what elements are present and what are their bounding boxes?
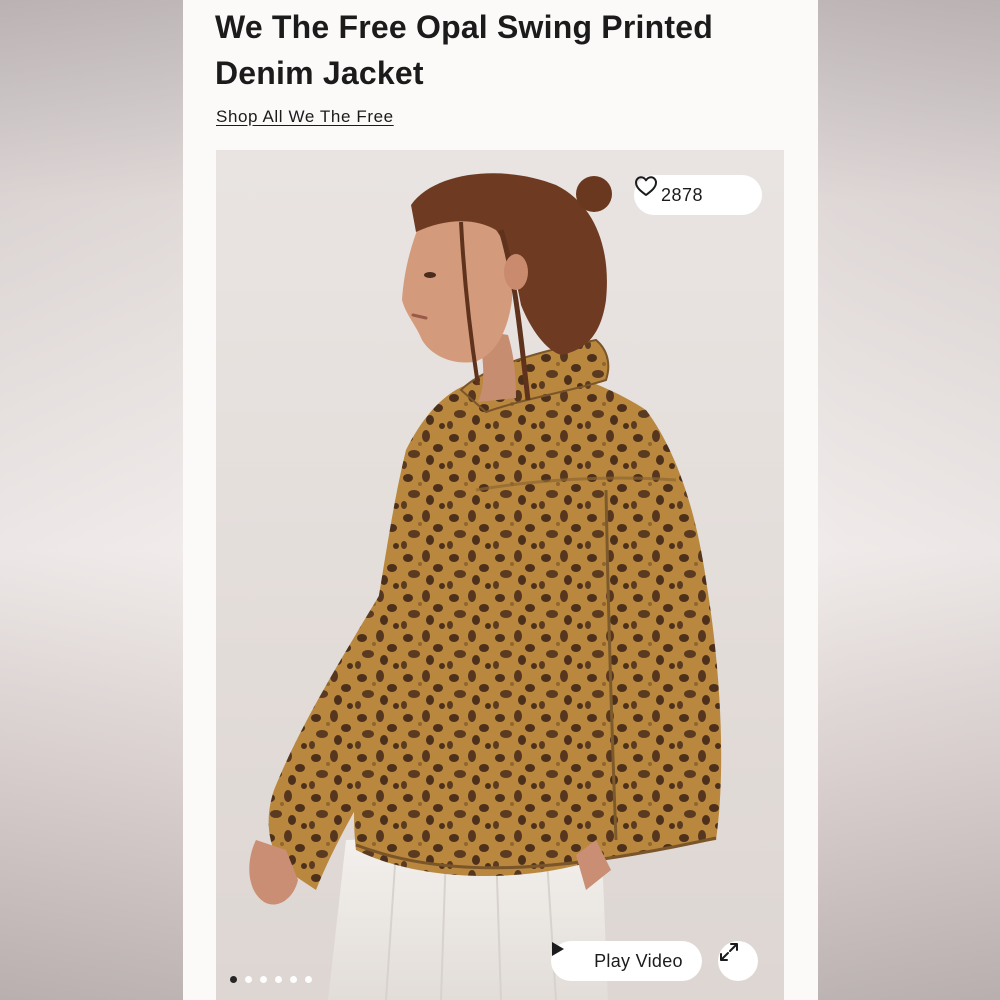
product-title: We The Free Opal Swing Printed Denim Jac… — [215, 9, 713, 91]
heart-icon — [635, 176, 735, 206]
fullscreen-button[interactable] — [718, 941, 758, 981]
expand-icon — [720, 943, 749, 972]
play-video-button[interactable]: Play Video — [551, 941, 702, 981]
play-video-label: Play Video — [594, 950, 683, 971]
shop-all-brand-link[interactable]: Shop All We The Free — [216, 107, 394, 127]
product-image[interactable]: 2878 Play Video — [216, 150, 784, 1000]
left-blur-backdrop — [0, 0, 183, 1000]
carousel-dot-5[interactable] — [290, 976, 297, 983]
carousel-dot-3[interactable] — [260, 976, 267, 983]
carousel-dot-6[interactable] — [305, 976, 312, 983]
carousel-dot-4[interactable] — [275, 976, 282, 983]
carousel-dots — [230, 976, 312, 983]
product-photo-illustration — [249, 173, 722, 1000]
carousel-dot-1[interactable] — [230, 976, 237, 983]
right-blur-backdrop — [818, 0, 1000, 1000]
play-icon — [552, 942, 584, 969]
carousel-dot-2[interactable] — [245, 976, 252, 983]
favorite-button[interactable]: 2878 — [634, 175, 762, 215]
likes-count: 2878 — [660, 184, 704, 205]
product-page: We The Free Opal Swing Printed Denim Jac… — [183, 0, 818, 1000]
